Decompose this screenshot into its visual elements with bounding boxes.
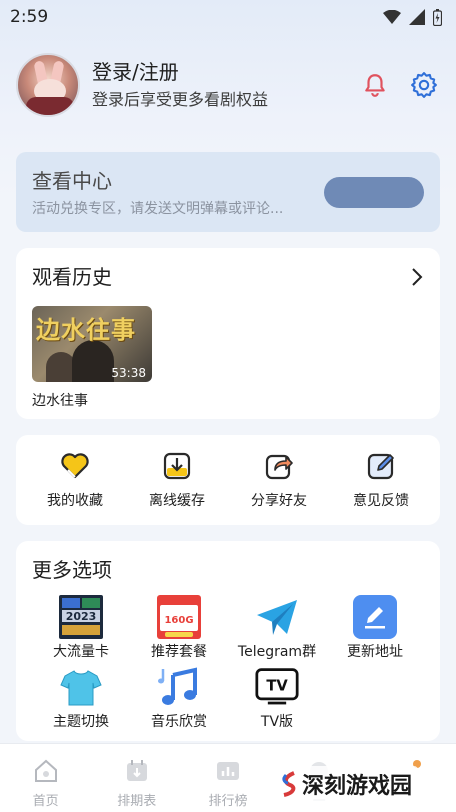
heart-icon bbox=[61, 453, 89, 479]
edit-icon bbox=[353, 595, 397, 639]
package-icon: 160G bbox=[157, 595, 201, 639]
share-friends-button[interactable]: 分享好友 bbox=[234, 450, 324, 510]
feedback-button[interactable]: 意见反馈 bbox=[336, 450, 426, 510]
thumbnail-title-art: 边水往事 bbox=[36, 315, 136, 344]
home-icon bbox=[34, 759, 57, 782]
view-center-button[interactable] bbox=[324, 177, 424, 208]
quick-actions-card: 我的收藏 离线缓存 分享好友 意见反馈 bbox=[16, 435, 440, 525]
svg-text:160G: 160G bbox=[164, 615, 193, 626]
package-button[interactable]: 160G 推荐套餐 bbox=[130, 595, 228, 661]
theme-switch-button[interactable]: 主题切换 bbox=[32, 665, 130, 731]
tshirt-icon bbox=[60, 670, 102, 706]
nav-schedule[interactable]: 排期表 bbox=[99, 758, 175, 809]
offline-cache-button[interactable]: 离线缓存 bbox=[132, 450, 222, 510]
data-card-icon: 2023 bbox=[59, 595, 103, 639]
login-register-link[interactable]: 登录/注册 bbox=[92, 59, 362, 85]
bell-icon[interactable] bbox=[362, 72, 388, 98]
music-label: 音乐欣赏 bbox=[151, 714, 207, 730]
nav-home-label: 首页 bbox=[32, 794, 59, 809]
share-icon bbox=[265, 454, 293, 480]
profile-actions bbox=[362, 71, 438, 99]
calendar-icon bbox=[126, 760, 147, 781]
nav-schedule-label: 排期表 bbox=[117, 794, 157, 809]
theme-switch-label: 主题切换 bbox=[53, 714, 109, 730]
svg-text:2023: 2023 bbox=[66, 610, 97, 623]
feedback-label: 意见反馈 bbox=[353, 493, 409, 509]
svg-text:TV: TV bbox=[266, 678, 288, 695]
nav-ranking-label: 排行榜 bbox=[208, 794, 248, 809]
chevron-right-icon[interactable] bbox=[410, 267, 424, 287]
profile-header: 登录/注册 登录后享受更多看剧权益 bbox=[16, 50, 440, 120]
video-duration: 53:38 bbox=[111, 366, 146, 380]
update-address-label: 更新地址 bbox=[347, 644, 403, 660]
watermark: 深刻游戏园 bbox=[272, 766, 419, 802]
share-friends-label: 分享好友 bbox=[251, 493, 307, 509]
history-item-title[interactable]: 边水往事 bbox=[32, 390, 424, 410]
favorites-button[interactable]: 我的收藏 bbox=[30, 450, 120, 510]
update-address-button[interactable]: 更新地址 bbox=[326, 595, 424, 661]
more-options-card: 更多选项 2023 大流量卡 160G 推荐套餐 Telegram群 更新地址 … bbox=[16, 541, 440, 741]
nav-home[interactable]: 首页 bbox=[8, 758, 84, 809]
watermark-logo-icon bbox=[282, 771, 296, 797]
tv-version-label: TV版 bbox=[260, 714, 294, 730]
tv-icon: TV bbox=[255, 668, 299, 705]
nav-ranking[interactable]: 排行榜 bbox=[190, 758, 266, 809]
profile-text[interactable]: 登录/注册 登录后享受更多看剧权益 bbox=[92, 59, 362, 112]
login-benefit-text: 登录后享受更多看剧权益 bbox=[92, 89, 269, 109]
gear-icon[interactable] bbox=[410, 71, 438, 99]
music-button[interactable]: 音乐欣赏 bbox=[130, 665, 228, 731]
favorites-label: 我的收藏 bbox=[47, 493, 103, 509]
signal-icon bbox=[409, 9, 425, 25]
telegram-label: Telegram群 bbox=[237, 644, 317, 660]
history-thumbnail[interactable]: 边水往事 53:38 bbox=[32, 306, 152, 382]
more-options-grid: 2023 大流量卡 160G 推荐套餐 Telegram群 更新地址 主题切换 … bbox=[32, 595, 424, 731]
feedback-icon bbox=[367, 453, 394, 480]
data-card-button[interactable]: 2023 大流量卡 bbox=[32, 595, 130, 661]
battery-icon bbox=[433, 8, 442, 26]
wifi-icon bbox=[383, 10, 401, 24]
telegram-button[interactable]: Telegram群 bbox=[228, 595, 326, 661]
package-label: 推荐套餐 bbox=[151, 644, 207, 660]
ranking-icon bbox=[216, 762, 239, 780]
status-time: 2:59 bbox=[10, 7, 49, 27]
status-icons bbox=[383, 8, 442, 26]
watermark-text: 深刻游戏园 bbox=[302, 774, 413, 799]
more-options-title: 更多选项 bbox=[32, 558, 112, 582]
watch-history-title: 观看历史 bbox=[32, 265, 112, 289]
avatar[interactable] bbox=[16, 53, 80, 117]
download-icon bbox=[163, 452, 191, 480]
watch-history-card: 观看历史 边水往事 53:38 边水往事 bbox=[16, 248, 440, 419]
tv-version-button[interactable]: TV TV版 bbox=[228, 665, 326, 731]
view-center-card[interactable]: 查看中心 活动兑换专区，请发送文明弹幕或评论... bbox=[16, 152, 440, 232]
data-card-label: 大流量卡 bbox=[53, 644, 109, 660]
music-icon bbox=[158, 667, 197, 705]
telegram-icon bbox=[257, 600, 297, 635]
offline-cache-label: 离线缓存 bbox=[149, 493, 205, 509]
status-bar: 2:59 bbox=[0, 0, 456, 34]
